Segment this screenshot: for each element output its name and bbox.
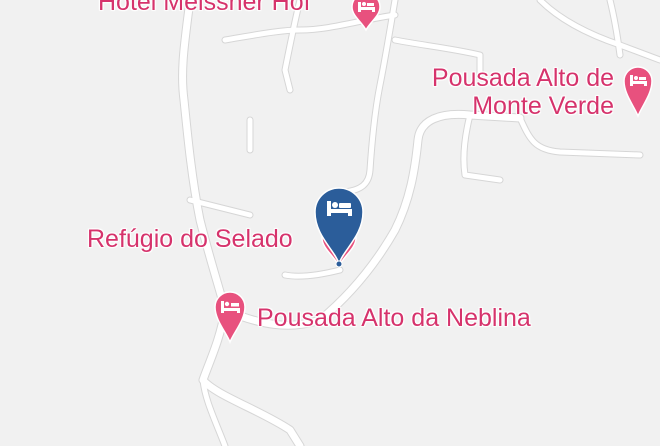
hotel-bed-icon bbox=[314, 187, 364, 268]
hotel-bed-icon bbox=[623, 66, 653, 118]
poi-label-refugio-do-selado[interactable]: Refúgio do Selado bbox=[87, 225, 293, 253]
selected-location-marker[interactable] bbox=[313, 184, 365, 268]
hotel-bed-icon bbox=[351, 0, 381, 32]
poi-label-pousada-alto-de-monte-verde[interactable]: Pousada Alto de Monte Verde bbox=[432, 64, 614, 120]
poi-pin-pousada-alto-da-neblina[interactable] bbox=[213, 290, 247, 344]
map-canvas[interactable]: Hotel Meissner Hof Pousada Alto de Monte… bbox=[0, 0, 660, 446]
hotel-bed-icon bbox=[214, 291, 246, 344]
poi-pin-hotel-meissner-hof[interactable] bbox=[350, 0, 382, 32]
poi-label-hotel-meissner-hof[interactable]: Hotel Meissner Hof bbox=[98, 0, 311, 16]
poi-pin-pousada-alto-de-monte-verde[interactable] bbox=[622, 64, 654, 118]
poi-label-pousada-alto-da-neblina[interactable]: Pousada Alto da Neblina bbox=[257, 304, 531, 332]
